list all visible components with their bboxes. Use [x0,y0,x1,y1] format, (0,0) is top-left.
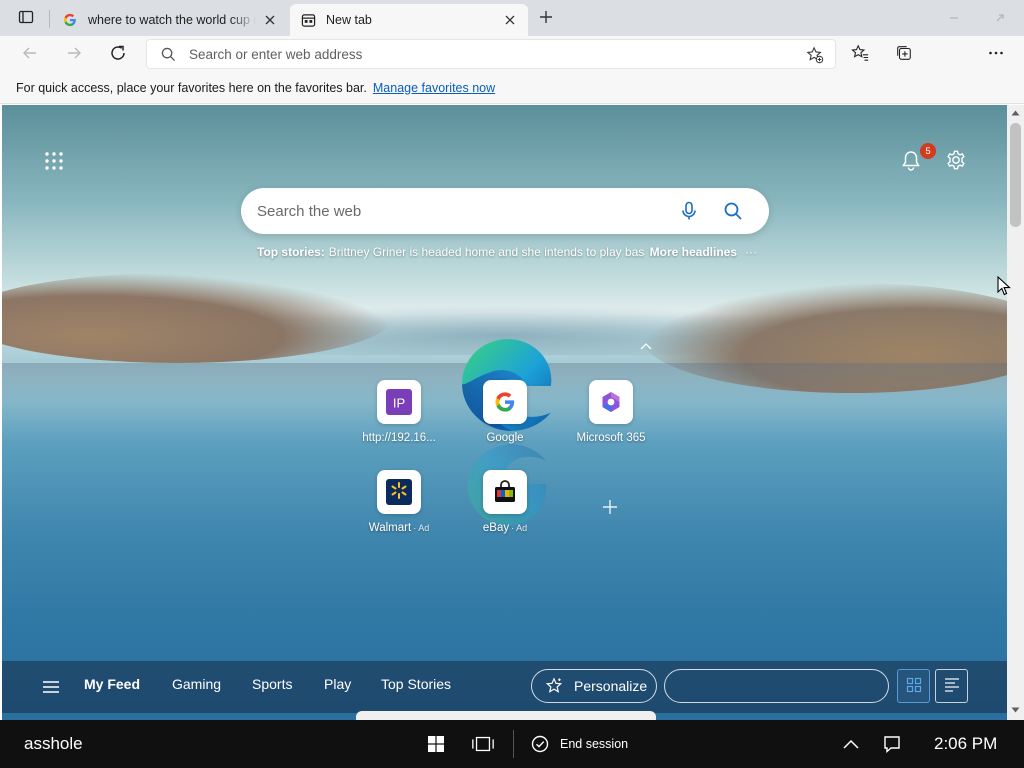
quick-link-tile[interactable]: Microsoft 365 [561,380,661,460]
quick-link-tile[interactable]: eBay · Ad [455,470,555,550]
browser-toolbar [0,36,1024,100]
new-tab-button[interactable] [534,6,558,30]
mouse-cursor-icon [997,276,1011,296]
microphone-icon[interactable] [677,199,701,223]
end-session-label: End session [560,737,629,751]
personalize-button[interactable]: Personalize [531,669,657,703]
end-session-button[interactable]: End session [530,732,628,756]
favorites-bar-message: For quick access, place your favorites h… [16,80,367,95]
system-clock[interactable]: 2:06 PM [934,734,997,754]
tab-actions-button[interactable] [8,6,44,30]
back-button[interactable] [16,40,44,68]
close-tab-icon[interactable] [262,12,278,28]
feed-tab-my-feed[interactable]: My Feed [84,676,140,692]
quick-link-label: Microsoft 365 [576,432,646,444]
add-favorite-icon[interactable] [805,45,825,65]
search-submit-icon[interactable] [721,199,745,223]
new-tab-page: 5 Top stories: Brittney Griner is headed… [2,105,1007,720]
svg-text:IP: IP [393,396,405,411]
manage-favorites-link[interactable]: Manage favorites now [373,81,495,95]
google-g-icon [62,12,78,28]
feed-tab-gaming[interactable]: Gaming [172,676,221,692]
tab-strip: where to watch the world cup ne New tab [0,0,1024,36]
chevron-up-icon[interactable] [639,341,653,351]
walmart-icon [377,470,421,514]
feed-card-peek[interactable] [356,711,656,720]
google-g-icon [483,380,527,424]
settings-and-more-button[interactable] [982,40,1010,68]
search-icon [159,45,177,63]
tab-title: New tab [326,13,372,27]
web-search-box[interactable] [241,188,769,234]
top-stories-more-options[interactable]: ··· [745,245,757,259]
restore-icon[interactable] [990,8,1010,28]
collections-button[interactable] [890,40,918,68]
quick-link-tile[interactable]: Walmart · Ad [349,470,449,550]
tab-title: where to watch the world cup ne [88,13,256,27]
add-quick-link-plus-icon[interactable] [600,497,620,517]
microsoft-365-icon [589,380,633,424]
list-view-button[interactable] [935,669,968,703]
list-view-icon [944,677,960,696]
quick-link-label: eBay · Ad [482,522,528,534]
arrow-right-icon [66,45,82,64]
arrow-left-icon [22,45,38,64]
session-user-name: asshole [24,734,83,753]
close-tab-icon[interactable] [502,12,518,28]
top-stories-label: Top stories: [257,245,325,259]
tab-new-tab[interactable]: New tab [290,4,528,36]
grid-view-icon [906,677,922,696]
feed-navigation-bar: My Feed Gaming Sports Play Top Stories P… [2,661,1007,713]
more-dots-icon [988,45,1004,64]
refresh-icon [109,44,127,65]
refresh-button[interactable] [104,40,132,68]
collections-icon [895,44,913,65]
action-center-icon[interactable] [880,732,904,756]
address-bar[interactable] [146,39,836,69]
favorites-list-icon [851,43,869,65]
ip-icon: IP [377,380,421,424]
top-stories-headline[interactable]: Brittney Griner is headed home and she i… [329,245,644,259]
tab-world-cup-search[interactable]: where to watch the world cup ne [52,4,288,36]
windows-start-icon[interactable] [424,732,448,756]
page-scrollbar[interactable] [1007,105,1024,720]
ebay-icon [483,470,527,514]
quick-link-label: http://192.16... [362,432,436,444]
scroll-down-arrow-icon[interactable] [1011,706,1020,714]
personalize-label: Personalize [574,678,648,694]
plus-icon [539,10,553,27]
page-settings-gear-icon[interactable] [943,147,969,173]
sparkle-star-icon [544,676,564,696]
hamburger-menu-icon[interactable] [40,677,62,697]
taskbar: asshole End session 2:06 PM [0,720,1024,768]
grid-view-button[interactable] [897,669,930,703]
top-stories-ticker[interactable]: Top stories: Brittney Griner is headed h… [257,243,757,261]
scrollbar-thumb[interactable] [1010,123,1021,227]
quick-link-label: Google [486,432,524,444]
tab-actions-icon [18,9,34,28]
taskbar-divider [513,730,514,758]
quick-link-tile[interactable]: Google [455,380,555,460]
feed-tab-sports[interactable]: Sports [252,676,292,692]
feed-search-pill[interactable] [664,669,889,703]
feed-tab-play[interactable]: Play [324,676,351,692]
feed-tab-top-stories[interactable]: Top Stories [381,676,451,692]
chevron-up-icon[interactable] [839,732,863,756]
app-launcher-icon[interactable] [42,149,66,173]
quick-link-tile[interactable]: IP http://192.16... [349,380,449,460]
forward-button[interactable] [60,40,88,68]
favorites-button[interactable] [846,40,874,68]
more-headlines-link[interactable]: More headlines [650,245,737,259]
scroll-up-arrow-icon[interactable] [1011,109,1020,117]
quick-link-label: Walmart · Ad [368,522,430,534]
tab-separator [49,10,50,28]
check-circle-icon [530,734,550,754]
task-view-icon[interactable] [471,732,495,756]
new-tab-page-icon [300,12,316,28]
web-search-input[interactable] [257,202,637,220]
address-input[interactable] [189,46,779,62]
minimize-icon[interactable] [944,8,964,28]
notification-count-badge: 5 [920,143,936,159]
favorites-bar: For quick access, place your favorites h… [0,72,1024,104]
